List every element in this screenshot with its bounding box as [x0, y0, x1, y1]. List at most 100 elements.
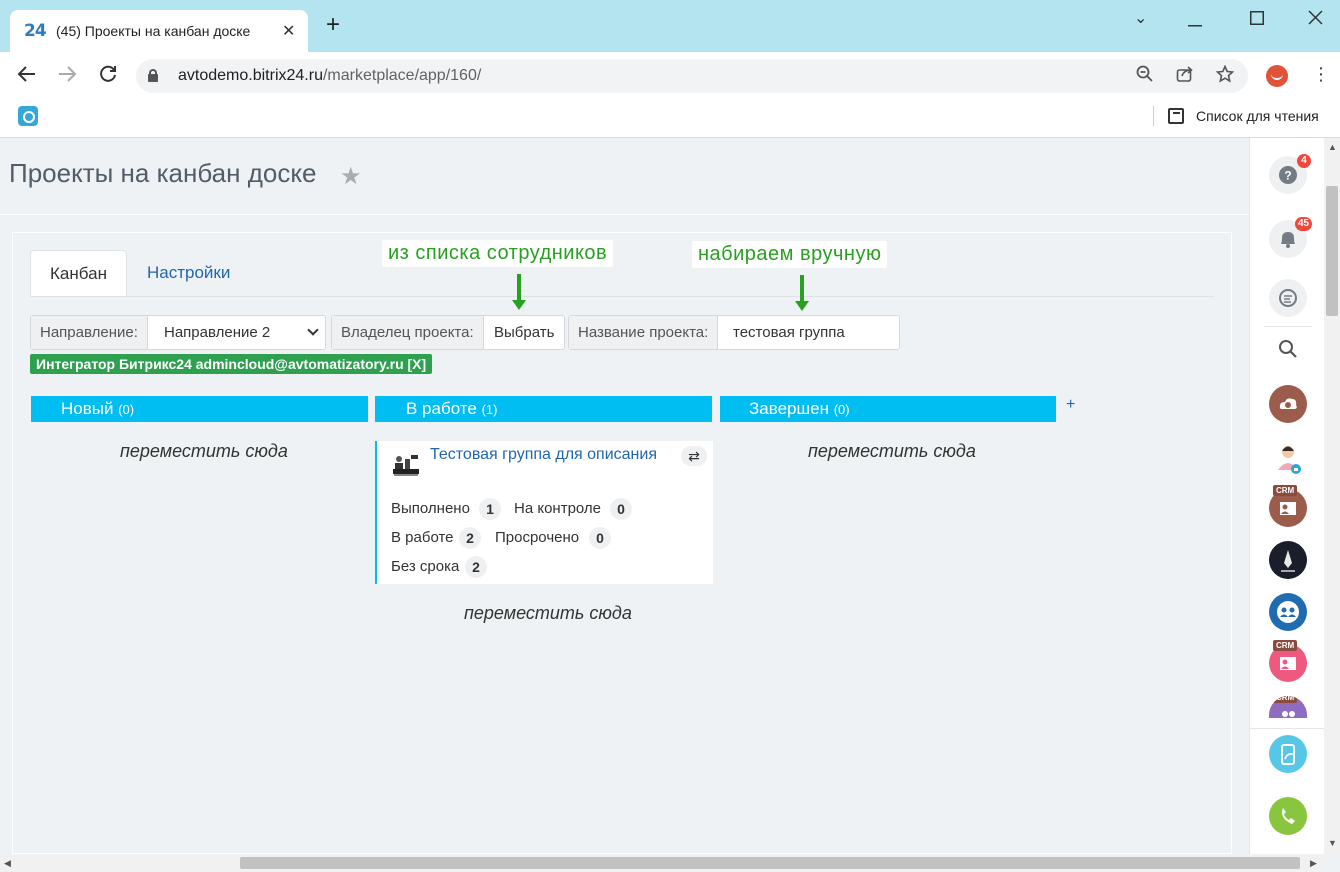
mobile-app-button[interactable]: [1269, 735, 1307, 773]
column-header-done[interactable]: Завершен (0): [720, 396, 1056, 422]
selected-owner-tag[interactable]: Интегратор Битрикс24 admincloud@avtomati…: [30, 354, 433, 374]
search-button[interactable]: [1269, 330, 1307, 368]
lock-icon[interactable]: [148, 69, 158, 82]
annotation-from-employees: из списка сотрудников: [382, 240, 614, 267]
tabs-divider: [30, 296, 1214, 297]
phone-icon: [1281, 808, 1295, 824]
stat-nodeadline-label: Без срока: [391, 558, 460, 575]
forward-arrow-icon[interactable]: [57, 64, 77, 88]
header-divider: [0, 214, 1249, 215]
crm-contact-button-2[interactable]: CRM: [1269, 640, 1307, 682]
tab-search-chevron-icon[interactable]: ⌄: [1134, 8, 1147, 28]
stat-nodeadline-value: 2: [465, 556, 487, 578]
bookmarks-bar: Список для чтения: [0, 98, 1340, 138]
bookmark-star-icon[interactable]: [1215, 64, 1235, 88]
direction-filter-label: Направление:: [31, 316, 148, 349]
column-count: (1): [481, 402, 498, 417]
svg-text:?: ?: [1284, 169, 1291, 183]
stat-control-label: На контроле: [514, 500, 602, 517]
vertical-scroll-thumb[interactable]: [1326, 186, 1338, 316]
zoom-icon[interactable]: [1136, 65, 1154, 88]
annotation-manual: набираем вручную: [692, 241, 888, 268]
tab-kanban[interactable]: Канбан: [30, 250, 127, 297]
owner-filter-label: Владелец проекта:: [332, 316, 484, 349]
user-avatar-button[interactable]: [1269, 438, 1307, 476]
sidebar-divider: [1250, 728, 1325, 729]
horizontal-scrollbar[interactable]: ◀ ▶: [0, 854, 1324, 872]
annotation-arrow-owner-icon: [512, 274, 526, 310]
column-title: Завершен: [749, 399, 829, 418]
column-count: (0): [118, 402, 135, 417]
scroll-down-icon[interactable]: ▼: [1328, 838, 1337, 848]
new-tab-icon[interactable]: +: [326, 13, 340, 37]
owner-select-button[interactable]: Выбрать: [494, 316, 554, 349]
drop-zone-new: переместить сюда: [120, 441, 288, 461]
page-title: Проекты на канбан доске: [9, 158, 317, 188]
column-count: (0): [833, 402, 850, 417]
stat-done-value: 1: [479, 498, 501, 520]
scroll-left-icon[interactable]: ◀: [4, 858, 11, 869]
profile-avatar[interactable]: [1266, 65, 1288, 87]
cloud-app-button[interactable]: [1269, 385, 1307, 423]
help-badge: 4: [1297, 154, 1311, 168]
back-arrow-icon[interactable]: [17, 64, 37, 88]
browser-tab-title: (45) Проекты на канбан доске: [56, 23, 251, 39]
crm-contact-button[interactable]: CRM: [1269, 485, 1307, 527]
bitrix-cloud-bookmark-icon[interactable]: [18, 106, 38, 126]
stat-control-value: 0: [610, 498, 632, 520]
scroll-right-icon[interactable]: ▶: [1310, 858, 1317, 869]
stat-inwork-value: 2: [459, 527, 481, 549]
maximize-window-icon[interactable]: [1250, 11, 1264, 30]
notifications-button[interactable]: 45: [1269, 217, 1313, 258]
chat-list-button[interactable]: [1269, 279, 1307, 317]
stat-overdue-label: Просрочено: [495, 529, 580, 546]
reading-list-label[interactable]: Список для чтения: [1196, 108, 1319, 124]
direction-filter: Направление: Направление 2: [30, 315, 326, 350]
person-avatar-icon: [1281, 550, 1295, 572]
browser-menu-icon[interactable]: ⋮: [1312, 65, 1330, 83]
close-window-icon[interactable]: [1308, 10, 1323, 30]
drop-zone-in-progress: переместить сюда: [464, 603, 632, 623]
bitrix24-favicon-icon: 24: [24, 21, 47, 41]
chevron-down-icon[interactable]: [307, 324, 319, 336]
swap-icon[interactable]: ⇄: [681, 446, 707, 466]
project-card[interactable]: Тестовая группа для описания ⇄ Выполнено…: [375, 441, 713, 584]
reload-icon[interactable]: [98, 64, 118, 88]
call-button[interactable]: [1269, 797, 1307, 835]
column-header-in-progress[interactable]: В работе (1): [375, 396, 712, 422]
crm-label: CRM: [1273, 640, 1298, 651]
share-icon[interactable]: [1176, 65, 1194, 88]
group-chat-button[interactable]: [1269, 593, 1307, 631]
close-tab-icon[interactable]: ✕: [282, 21, 295, 41]
stat-inwork-label: В работе: [391, 529, 454, 546]
horizontal-scroll-thumb[interactable]: [240, 857, 1300, 869]
favorite-star-icon[interactable]: ★: [340, 162, 362, 191]
tab-settings[interactable]: Настройки: [147, 263, 230, 283]
mobile-phone-icon: [1281, 744, 1295, 765]
crm-label: CRM: [1273, 485, 1298, 496]
minimize-window-icon[interactable]: [1188, 14, 1202, 32]
vertical-scrollbar[interactable]: ▲ ▼: [1324, 138, 1340, 854]
sidebar-divider: [1264, 326, 1312, 327]
add-column-button[interactable]: +: [1066, 396, 1075, 414]
group-chat-icon: [1277, 601, 1299, 623]
annotation-arrow-name-icon: [795, 275, 809, 311]
crm-contact-button-3[interactable]: CRM: [1269, 696, 1307, 718]
scroll-up-icon[interactable]: ▲: [1328, 142, 1337, 152]
user-avatar-dark-button[interactable]: [1269, 541, 1307, 579]
crm-label: CRM: [1273, 696, 1298, 703]
reading-list-icon[interactable]: [1168, 108, 1184, 124]
direction-select[interactable]: Направление 2: [164, 316, 270, 349]
cloud-icon: [1279, 398, 1297, 409]
column-title: В работе: [406, 399, 477, 418]
column-header-new[interactable]: Новый (0): [31, 396, 368, 422]
browser-tab[interactable]: 24 (45) Проекты на канбан доске ✕: [10, 10, 308, 52]
owner-filter: Владелец проекта: Выбрать: [331, 315, 565, 350]
help-button[interactable]: ? 4: [1269, 154, 1311, 194]
project-name-input[interactable]: тестовая группа: [733, 316, 845, 349]
address-url: avtodemo.bitrix24.ru/marketplace/app/160…: [178, 67, 482, 84]
project-name-label: Название проекта:: [569, 316, 719, 349]
bookmarks-divider: [1153, 106, 1154, 126]
project-card-title[interactable]: Тестовая группа для описания: [430, 446, 657, 464]
address-bar[interactable]: avtodemo.bitrix24.ru/marketplace/app/160…: [136, 59, 1248, 93]
